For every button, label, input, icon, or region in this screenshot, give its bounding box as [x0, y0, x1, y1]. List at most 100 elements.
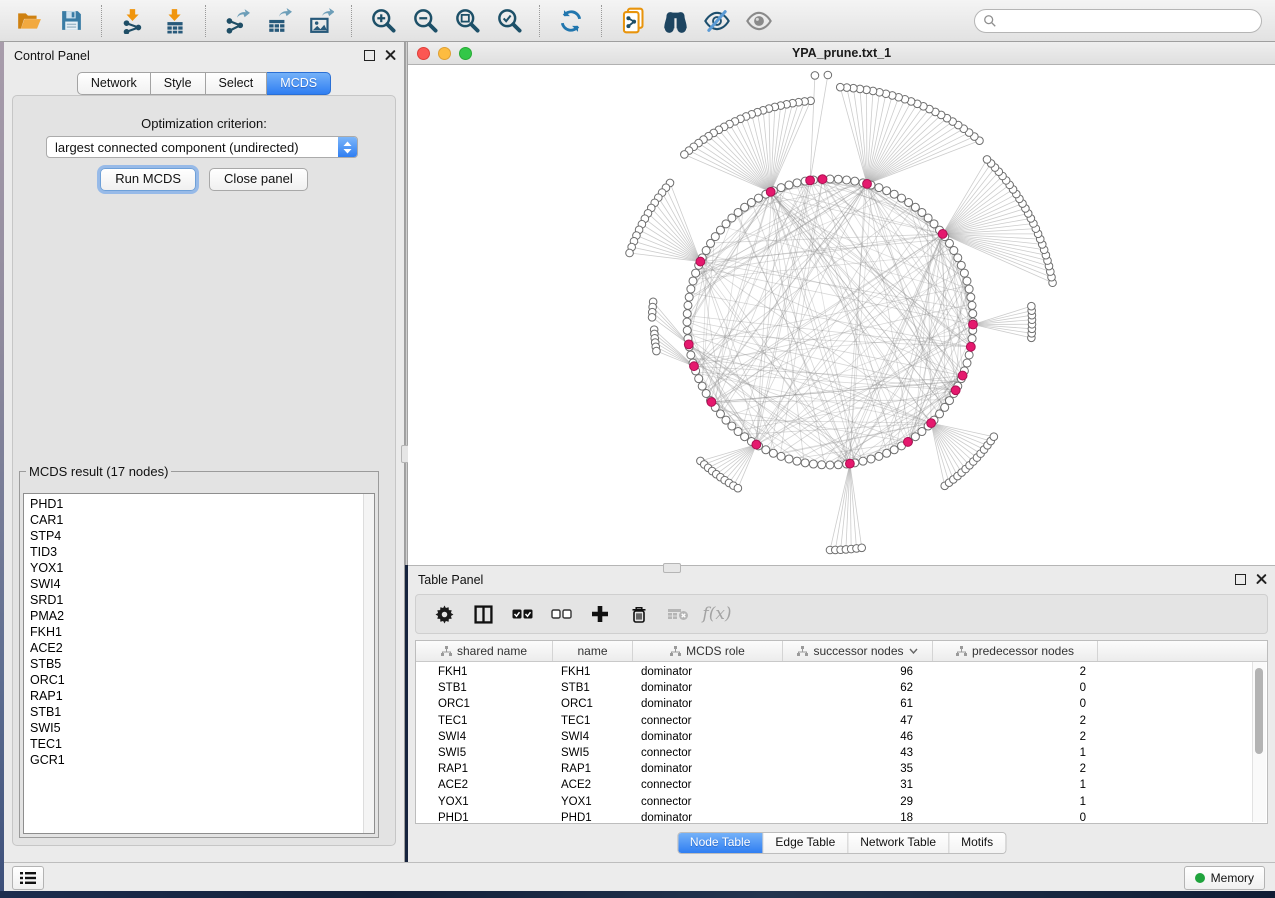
zoom-selected-button[interactable] — [491, 4, 527, 38]
table-cell: dominator — [633, 763, 783, 775]
mcds-result-item[interactable]: PHD1 — [24, 496, 374, 512]
gear-icon — [435, 605, 454, 624]
table-cell: 1 — [933, 779, 1098, 791]
network-graph — [408, 65, 1275, 565]
mcds-result-item[interactable]: SRD1 — [24, 592, 374, 608]
delete-column-button[interactable] — [627, 602, 651, 626]
tab-network-table[interactable]: Network Table — [848, 833, 949, 853]
export-image-button[interactable] — [303, 4, 339, 38]
tab-motifs[interactable]: Motifs — [949, 833, 1005, 853]
table-row[interactable]: RAP1RAP1dominator352 — [416, 761, 1267, 777]
mcds-result-group: MCDS result (17 nodes) PHD1CAR1STP4TID3Y… — [19, 464, 379, 838]
search-icon — [983, 14, 997, 28]
float-panel-icon[interactable] — [1235, 574, 1246, 585]
column-header-shared-name[interactable]: shared name — [416, 641, 553, 661]
zoom-in-button[interactable] — [365, 4, 401, 38]
memory-button[interactable]: Memory — [1184, 866, 1265, 890]
table-scrollbar[interactable] — [1252, 662, 1266, 822]
deselect-all-rows-button[interactable] — [549, 602, 573, 626]
mcds-result-item[interactable]: FKH1 — [24, 624, 374, 640]
toolbar-separator — [205, 5, 207, 37]
mcds-result-item[interactable]: SWI4 — [24, 576, 374, 592]
show-column-panel-button[interactable] — [471, 602, 495, 626]
export-network-button[interactable] — [219, 4, 255, 38]
hide-selected-button[interactable] — [699, 4, 735, 38]
import-network-button[interactable] — [115, 4, 151, 38]
mcds-list-scrollbar[interactable] — [363, 494, 374, 833]
tab-edge-table[interactable]: Edge Table — [763, 833, 848, 853]
table-row[interactable]: STB1STB1dominator620 — [416, 680, 1267, 696]
table-row[interactable]: FKH1FKH1dominator962 — [416, 664, 1267, 680]
horizontal-splitter-handle[interactable] — [663, 563, 681, 573]
toolbar-separator — [539, 5, 541, 37]
table-row[interactable]: SWI5SWI5connector431 — [416, 745, 1267, 761]
optimization-criterion-select[interactable]: largest connected component (undirected) — [46, 136, 358, 158]
table-row[interactable]: ACE2ACE2connector311 — [416, 777, 1267, 793]
table-cell: connector — [633, 715, 783, 727]
show-all-button[interactable] — [741, 4, 777, 38]
column-header-mcds-role[interactable]: MCDS role — [633, 641, 783, 661]
mcds-result-item[interactable]: STB5 — [24, 656, 374, 672]
column-header-predecessor-nodes[interactable]: predecessor nodes — [933, 641, 1098, 661]
mcds-result-title: MCDS result (17 nodes) — [26, 464, 171, 479]
mcds-result-item[interactable]: TID3 — [24, 544, 374, 560]
mcds-result-item[interactable]: ACE2 — [24, 640, 374, 656]
save-session-button[interactable] — [53, 4, 89, 38]
new-network-from-selection-button[interactable] — [615, 4, 651, 38]
table-cell: 62 — [783, 682, 933, 694]
tab-select[interactable]: Select — [206, 72, 268, 95]
column-header-successor-nodes[interactable]: successor nodes — [783, 641, 933, 661]
close-panel-icon[interactable] — [385, 50, 396, 61]
search-field[interactable] — [974, 9, 1262, 33]
table-cell: dominator — [633, 666, 783, 678]
table-row[interactable]: ORC1ORC1dominator610 — [416, 696, 1267, 712]
tab-node-table[interactable]: Node Table — [678, 833, 764, 853]
mcds-result-item[interactable]: TEC1 — [24, 736, 374, 752]
table-row[interactable]: SWI4SWI4dominator462 — [416, 729, 1267, 745]
mcds-result-item[interactable]: STP4 — [24, 528, 374, 544]
close-panel-icon[interactable] — [1256, 574, 1267, 585]
create-column-button[interactable] — [588, 602, 612, 626]
refresh-view-button[interactable] — [553, 4, 589, 38]
table-row[interactable]: YOX1YOX1connector291 — [416, 794, 1267, 810]
zoom-fit-button[interactable] — [449, 4, 485, 38]
import-table-button[interactable] — [157, 4, 193, 38]
column-header-name[interactable]: name — [553, 641, 633, 661]
table-cell: RAP1 — [553, 763, 633, 775]
control-panel: Control Panel Network Style Select MCDS … — [4, 42, 405, 862]
table-cell: 1 — [933, 747, 1098, 759]
select-all-rows-button[interactable] — [510, 602, 534, 626]
tab-network[interactable]: Network — [77, 72, 151, 95]
export-table-button[interactable] — [261, 4, 297, 38]
mcds-result-item[interactable]: ORC1 — [24, 672, 374, 688]
mcds-result-item[interactable]: GCR1 — [24, 752, 374, 768]
run-mcds-button[interactable]: Run MCDS — [100, 168, 196, 191]
mcds-result-item[interactable]: RAP1 — [24, 688, 374, 704]
zoom-out-button[interactable] — [407, 4, 443, 38]
mcds-result-item[interactable]: PMA2 — [24, 608, 374, 624]
close-panel-button[interactable]: Close panel — [209, 168, 308, 191]
export-network-icon — [224, 8, 250, 34]
network-window-titlebar[interactable]: YPA_prune.txt_1 — [408, 42, 1275, 65]
table-row[interactable]: TEC1TEC1connector472 — [416, 713, 1267, 729]
mcds-result-item[interactable]: SWI5 — [24, 720, 374, 736]
float-panel-icon[interactable] — [364, 50, 375, 61]
table-scrollbar-thumb[interactable] — [1255, 668, 1263, 754]
mcds-result-item[interactable]: YOX1 — [24, 560, 374, 576]
tab-mcds[interactable]: MCDS — [267, 72, 331, 95]
show-task-history-button[interactable] — [12, 866, 44, 890]
table-cell: PHD1 — [416, 812, 553, 824]
table-settings-button[interactable] — [432, 602, 456, 626]
table-cell: connector — [633, 796, 783, 808]
network-canvas[interactable] — [408, 65, 1275, 565]
refresh-icon — [558, 8, 584, 34]
search-input[interactable] — [1002, 13, 1261, 29]
open-file-button[interactable] — [11, 4, 47, 38]
table-row[interactable]: PHD1PHD1dominator180 — [416, 810, 1267, 824]
mcds-result-item[interactable]: CAR1 — [24, 512, 374, 528]
first-neighbors-button[interactable] — [657, 4, 693, 38]
table-cell: 2 — [933, 731, 1098, 743]
tab-style[interactable]: Style — [151, 72, 206, 95]
table-cell: FKH1 — [416, 666, 553, 678]
mcds-result-item[interactable]: STB1 — [24, 704, 374, 720]
